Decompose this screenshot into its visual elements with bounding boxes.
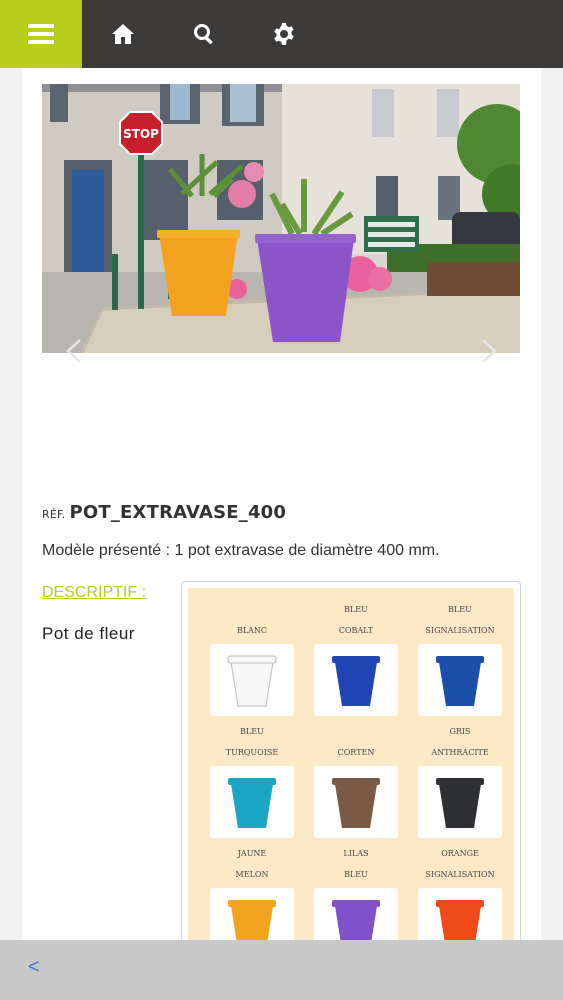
swatch-pot-tile	[418, 766, 502, 838]
swatch-pot-tile	[314, 644, 398, 716]
street-scene-illustration: STOP	[42, 84, 520, 353]
swatch-label: lilas bleu	[306, 842, 406, 884]
swatch-label-line2: signalisation	[425, 866, 495, 880]
flower-pot-icon	[332, 656, 380, 706]
carousel-next-button[interactable]	[473, 336, 503, 366]
swatch-label-line1: bleu	[344, 601, 368, 615]
model-description: Modèle présenté : 1 pot extravase de dia…	[42, 542, 440, 559]
swatch-label: blanc	[202, 598, 302, 640]
home-button[interactable]	[107, 18, 139, 50]
color-swatch-chart: blanc bleu cobalt bleu signalisation bleu turq…	[181, 581, 521, 940]
swatch-label-line2: bleu	[344, 866, 368, 880]
color-swatch-item: bleu signalisation	[410, 598, 510, 716]
swatch-pot-tile	[314, 888, 398, 940]
swatch-pot-tile	[418, 888, 502, 940]
swatch-label-line2: turquoise	[225, 744, 279, 758]
search-button[interactable]	[188, 18, 220, 50]
product-page: STOP RÉF. POT_EXTRAVASE_400 Modèle prése…	[22, 68, 541, 940]
flower-pot-icon	[332, 778, 380, 828]
swatch-label-line2: melon	[235, 866, 269, 880]
color-swatch-item: bleu turquoise	[202, 720, 302, 838]
swatch-label: corten	[306, 720, 406, 762]
swatch-label-line2: anthracite	[431, 744, 489, 758]
flower-pot-icon	[228, 778, 276, 828]
color-swatch-item: blanc	[202, 598, 302, 716]
swatch-label-line1: orange	[441, 845, 479, 859]
swatch-label-line1: lilas	[343, 845, 369, 859]
swatch-label-line1: jaune	[237, 845, 267, 859]
swatch-pot-tile	[210, 644, 294, 716]
stop-sign-text: STOP	[123, 127, 159, 141]
flower-pot-icon	[436, 656, 484, 706]
swatch-pot-tile	[210, 888, 294, 940]
hamburger-menu-button[interactable]	[0, 0, 82, 68]
swatch-label: bleu cobalt	[306, 598, 406, 640]
swatch-label-line1: bleu	[448, 601, 472, 615]
settings-button[interactable]	[268, 18, 300, 50]
swatch-label-line1: gris	[449, 723, 471, 737]
swatch-pot-tile	[210, 766, 294, 838]
color-swatch-item: corten	[306, 720, 406, 838]
color-swatch-item: gris anthracite	[410, 720, 510, 838]
reference-prefix: RÉF.	[42, 508, 66, 521]
product-title: Pot de fleur	[42, 624, 135, 643]
swatch-label-line1: bleu	[240, 723, 264, 737]
chevron-left-icon	[66, 339, 81, 363]
flower-pot-icon	[227, 655, 277, 707]
hamburger-menu-icon	[28, 20, 54, 48]
flower-pot-icon	[228, 900, 276, 940]
swatch-label-line2: signalisation	[425, 622, 495, 636]
swatch-pot-tile	[314, 766, 398, 838]
swatch-label: bleu turquoise	[202, 720, 302, 762]
color-swatch-item: jaune melon	[202, 842, 302, 940]
swatch-label: orange signalisation	[410, 842, 510, 884]
swatch-label: jaune melon	[202, 842, 302, 884]
top-navigation-bar	[0, 0, 563, 68]
reference-code: POT_EXTRAVASE_400	[69, 502, 287, 523]
carousel-prev-button[interactable]	[60, 336, 90, 366]
swatch-label: gris anthracite	[410, 720, 510, 762]
bottom-navigation-bar: <	[0, 940, 563, 1000]
swatch-background: blanc bleu cobalt bleu signalisation bleu turq…	[188, 588, 514, 940]
swatch-label-line2: corten	[337, 744, 375, 758]
swatch-pot-tile	[418, 644, 502, 716]
color-swatch-item: lilas bleu	[306, 842, 406, 940]
gear-icon	[274, 23, 294, 45]
search-icon	[194, 24, 213, 44]
product-photo: STOP	[42, 84, 520, 353]
descriptif-link[interactable]: DESCRIPTIF :	[42, 584, 146, 602]
home-icon	[112, 24, 134, 44]
product-reference: RÉF. POT_EXTRAVASE_400	[42, 502, 286, 523]
swatch-label-line2: cobalt	[338, 622, 374, 636]
color-swatch-item: orange signalisation	[410, 842, 510, 940]
swatch-label: bleu signalisation	[410, 598, 510, 640]
back-button[interactable]: <	[28, 956, 40, 979]
color-swatch-item: bleu cobalt	[306, 598, 406, 716]
flower-pot-icon	[436, 778, 484, 828]
flower-pot-icon	[436, 900, 484, 940]
chevron-right-icon	[482, 339, 497, 363]
swatch-label-line2: blanc	[236, 622, 268, 636]
flower-pot-icon	[332, 900, 380, 940]
